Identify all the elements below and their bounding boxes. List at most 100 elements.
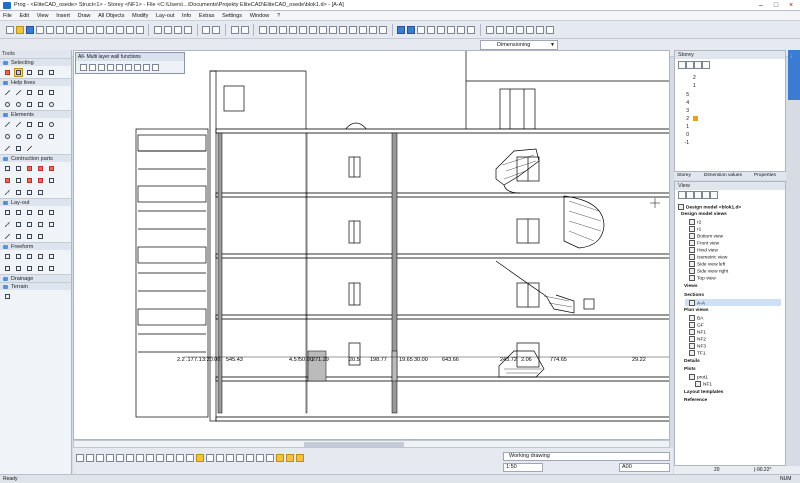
working-drawing-select[interactable]: Working drawing — [503, 452, 670, 461]
render-icon[interactable] — [329, 26, 338, 34]
table-insert-icon[interactable] — [545, 26, 554, 34]
plan-view-item[interactable]: BA — [689, 315, 703, 321]
elevation-icon[interactable] — [447, 26, 456, 34]
foundation-icon[interactable] — [36, 188, 45, 197]
menu-draw[interactable]: Draw — [75, 11, 94, 21]
storey-new-icon[interactable] — [678, 61, 686, 69]
undo-icon[interactable] — [202, 26, 211, 34]
sections-header[interactable]: Sections — [684, 293, 704, 298]
help-line-horizontal-icon[interactable] — [25, 88, 34, 97]
menu-extras[interactable]: Extras — [196, 11, 218, 21]
slab-icon[interactable] — [3, 176, 12, 185]
circle-icon[interactable] — [47, 120, 56, 129]
help-offset-icon[interactable] — [36, 100, 45, 109]
open-folder-icon[interactable] — [15, 26, 24, 34]
frame-tool-icon[interactable] — [14, 232, 23, 241]
view-delete-icon[interactable] — [694, 191, 702, 199]
tab-properties[interactable]: Properties — [754, 173, 776, 178]
revolve-icon[interactable] — [14, 252, 23, 261]
section-item[interactable]: A-A — [689, 300, 705, 306]
view-3d-icon[interactable] — [319, 26, 328, 34]
arc-icon[interactable] — [3, 132, 12, 141]
snap-active-icon[interactable] — [196, 454, 204, 462]
polygon-icon[interactable] — [36, 120, 45, 129]
help-line-cross-icon[interactable] — [47, 88, 56, 97]
snap-node-icon[interactable] — [206, 454, 214, 462]
wall-icon[interactable] — [3, 164, 12, 173]
group-help-lines[interactable]: Help lines — [0, 78, 71, 86]
snap-midpoint-icon[interactable] — [86, 454, 94, 462]
storey-icon[interactable] — [417, 26, 426, 34]
dimension-icon[interactable] — [515, 26, 524, 34]
snap-track-icon[interactable] — [246, 454, 254, 462]
view-new-icon[interactable] — [678, 191, 686, 199]
select-filter-icon[interactable] — [47, 68, 56, 77]
snap-tangent-icon[interactable] — [126, 454, 134, 462]
views-header[interactable]: Views — [684, 284, 698, 289]
plots-header[interactable]: Plots — [684, 367, 696, 372]
hatch-element-icon[interactable] — [14, 144, 23, 153]
north-arrow-icon[interactable] — [47, 220, 56, 229]
wall-layer-7-icon[interactable] — [134, 64, 141, 71]
storey-number[interactable]: 2 — [677, 116, 689, 122]
section-icon[interactable] — [339, 26, 348, 34]
sweep-icon[interactable] — [25, 252, 34, 261]
door-part-icon[interactable] — [36, 164, 45, 173]
symbol-tool-icon[interactable] — [25, 220, 34, 229]
ortho-icon[interactable] — [369, 26, 378, 34]
pan-icon[interactable] — [299, 26, 308, 34]
design-view-item[interactable]: Bottom view — [689, 233, 723, 239]
wall-layer-9-icon[interactable] — [152, 64, 159, 71]
help-point-icon[interactable] — [47, 100, 56, 109]
design-view-item[interactable]: r2 — [689, 219, 701, 225]
wall-layer-3-icon[interactable] — [98, 64, 105, 71]
cut-view-icon[interactable] — [457, 26, 466, 34]
zoom-in-icon[interactable] — [259, 26, 268, 34]
text-icon[interactable] — [485, 26, 494, 34]
boolean-icon[interactable] — [3, 264, 12, 273]
details-header[interactable]: Details — [684, 359, 700, 364]
close-button[interactable]: × — [784, 1, 798, 10]
snap-quadrant-icon[interactable] — [176, 454, 184, 462]
snap-dynamic-icon[interactable] — [256, 454, 264, 462]
preview-icon[interactable] — [45, 26, 54, 34]
snap-perpendicular-icon[interactable] — [116, 454, 124, 462]
zoom-window-icon[interactable] — [279, 26, 288, 34]
dimension-style-select[interactable]: Dimensioning ▼ — [480, 40, 558, 50]
side-widget-tab[interactable]: ⋯ — [788, 50, 800, 100]
rectangle-icon[interactable] — [25, 120, 34, 129]
wall-layer-1-icon[interactable] — [80, 64, 87, 71]
design-model-node[interactable]: Design model <blok1.d> — [678, 204, 741, 210]
storey-delete-icon[interactable] — [694, 61, 702, 69]
snap-ortho-icon[interactable] — [226, 454, 234, 462]
image-icon[interactable] — [125, 26, 134, 34]
dimension-tool-icon[interactable] — [14, 208, 23, 217]
revision-tool-icon[interactable] — [36, 220, 45, 229]
paste-icon[interactable] — [164, 26, 173, 34]
design-view-item[interactable]: Isometric view — [689, 254, 727, 260]
group-elements[interactable]: Elements — [0, 110, 71, 118]
cut-solid-icon[interactable] — [47, 264, 56, 273]
shell-icon[interactable] — [36, 264, 45, 273]
storey-number[interactable]: 0 — [677, 132, 689, 138]
railing-icon[interactable] — [14, 188, 23, 197]
design-view-item[interactable]: Hind view — [689, 247, 718, 253]
group-layout[interactable]: Lay-out — [0, 198, 71, 206]
storey-number[interactable]: 3 — [677, 108, 689, 114]
scale-select[interactable]: 1:50 — [503, 463, 543, 472]
loft-icon[interactable] — [36, 252, 45, 261]
copy-icon[interactable] — [154, 26, 163, 34]
clipboard-icon[interactable] — [184, 26, 193, 34]
roof-icon[interactable] — [25, 176, 34, 185]
model-icon[interactable] — [427, 26, 436, 34]
label-tool-icon[interactable] — [14, 220, 23, 229]
wall-layer-5-icon[interactable] — [116, 64, 123, 71]
design-view-item[interactable]: Side view left — [689, 261, 725, 267]
layout-icon[interactable] — [75, 26, 84, 34]
storey-copy-icon[interactable] — [686, 61, 694, 69]
list-icon[interactable] — [95, 26, 104, 34]
plot-item[interactable]: NF1 — [695, 381, 712, 387]
view-refresh-icon[interactable] — [710, 191, 718, 199]
plan-view-item[interactable]: GF — [689, 322, 704, 328]
table-icon[interactable] — [105, 26, 114, 34]
